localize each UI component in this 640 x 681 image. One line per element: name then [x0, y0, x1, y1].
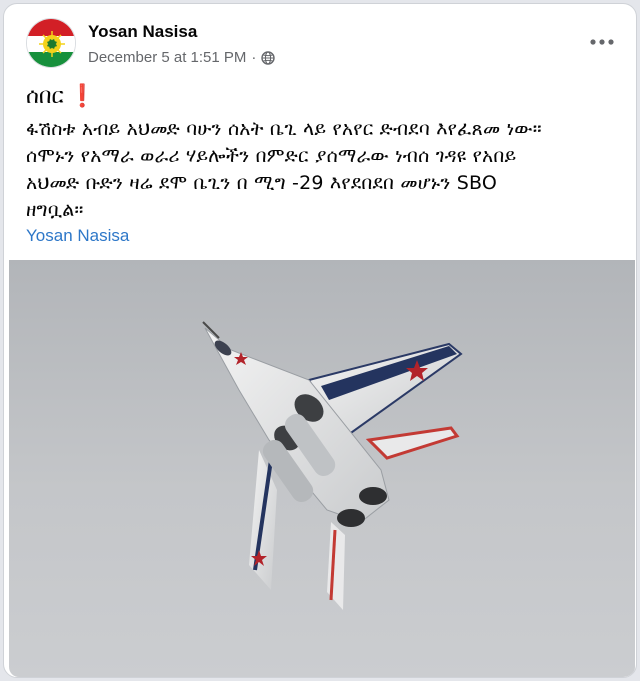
post-body: ፋሽስቱ አብይ አህመድ ባሁን ሰአት ቤጊ ላይ የአየር ድብደባ እየ… [26, 116, 626, 224]
fighter-jet-photo[interactable] [9, 260, 635, 677]
globe-icon[interactable] [261, 50, 276, 65]
post-timestamp[interactable]: December 5 at 1:51 PM [88, 49, 246, 66]
body-line: ዘግቧል። [26, 199, 84, 221]
body-line: ሰሞኑን የአማራ ወራሪ ሃይሎችን በምድር ያሰማራው ነብሰ ገዳዩ የ… [26, 145, 517, 167]
post-header: Yosan Nasisa December 5 at 1:51 PM · [4, 4, 636, 78]
post-headline: ሰበር ❗ [26, 82, 626, 112]
post-meta: December 5 at 1:51 PM · [88, 49, 276, 66]
author-link[interactable]: Yosan Nasisa [26, 226, 626, 246]
more-options-icon [590, 39, 614, 45]
headline-text: ሰበር [26, 84, 64, 109]
post-text: ሰበር ❗ ፋሽስቱ አብይ አህመድ ባሁን ሰአት ቤጊ ላይ የአየር ድ… [26, 82, 626, 246]
flag-avatar-image [27, 19, 75, 67]
author-name[interactable]: Yosan Nasisa [88, 22, 197, 42]
body-line: አህመድ ቡድን ዛሬ ደሞ ቤጊን በ ሚግ -29 እየደበደበ መሆኑን … [26, 172, 498, 194]
exclamation-icon: ❗ [68, 84, 97, 109]
avatar[interactable] [26, 18, 76, 68]
meta-separator: · [251, 49, 257, 66]
post-card: Yosan Nasisa December 5 at 1:51 PM · ሰበር… [3, 3, 637, 678]
more-options-button[interactable] [584, 28, 620, 56]
body-line: ፋሽስቱ አብይ አህመድ ባሁን ሰአት ቤጊ ላይ የአየር ድብደባ እየ… [26, 118, 542, 140]
